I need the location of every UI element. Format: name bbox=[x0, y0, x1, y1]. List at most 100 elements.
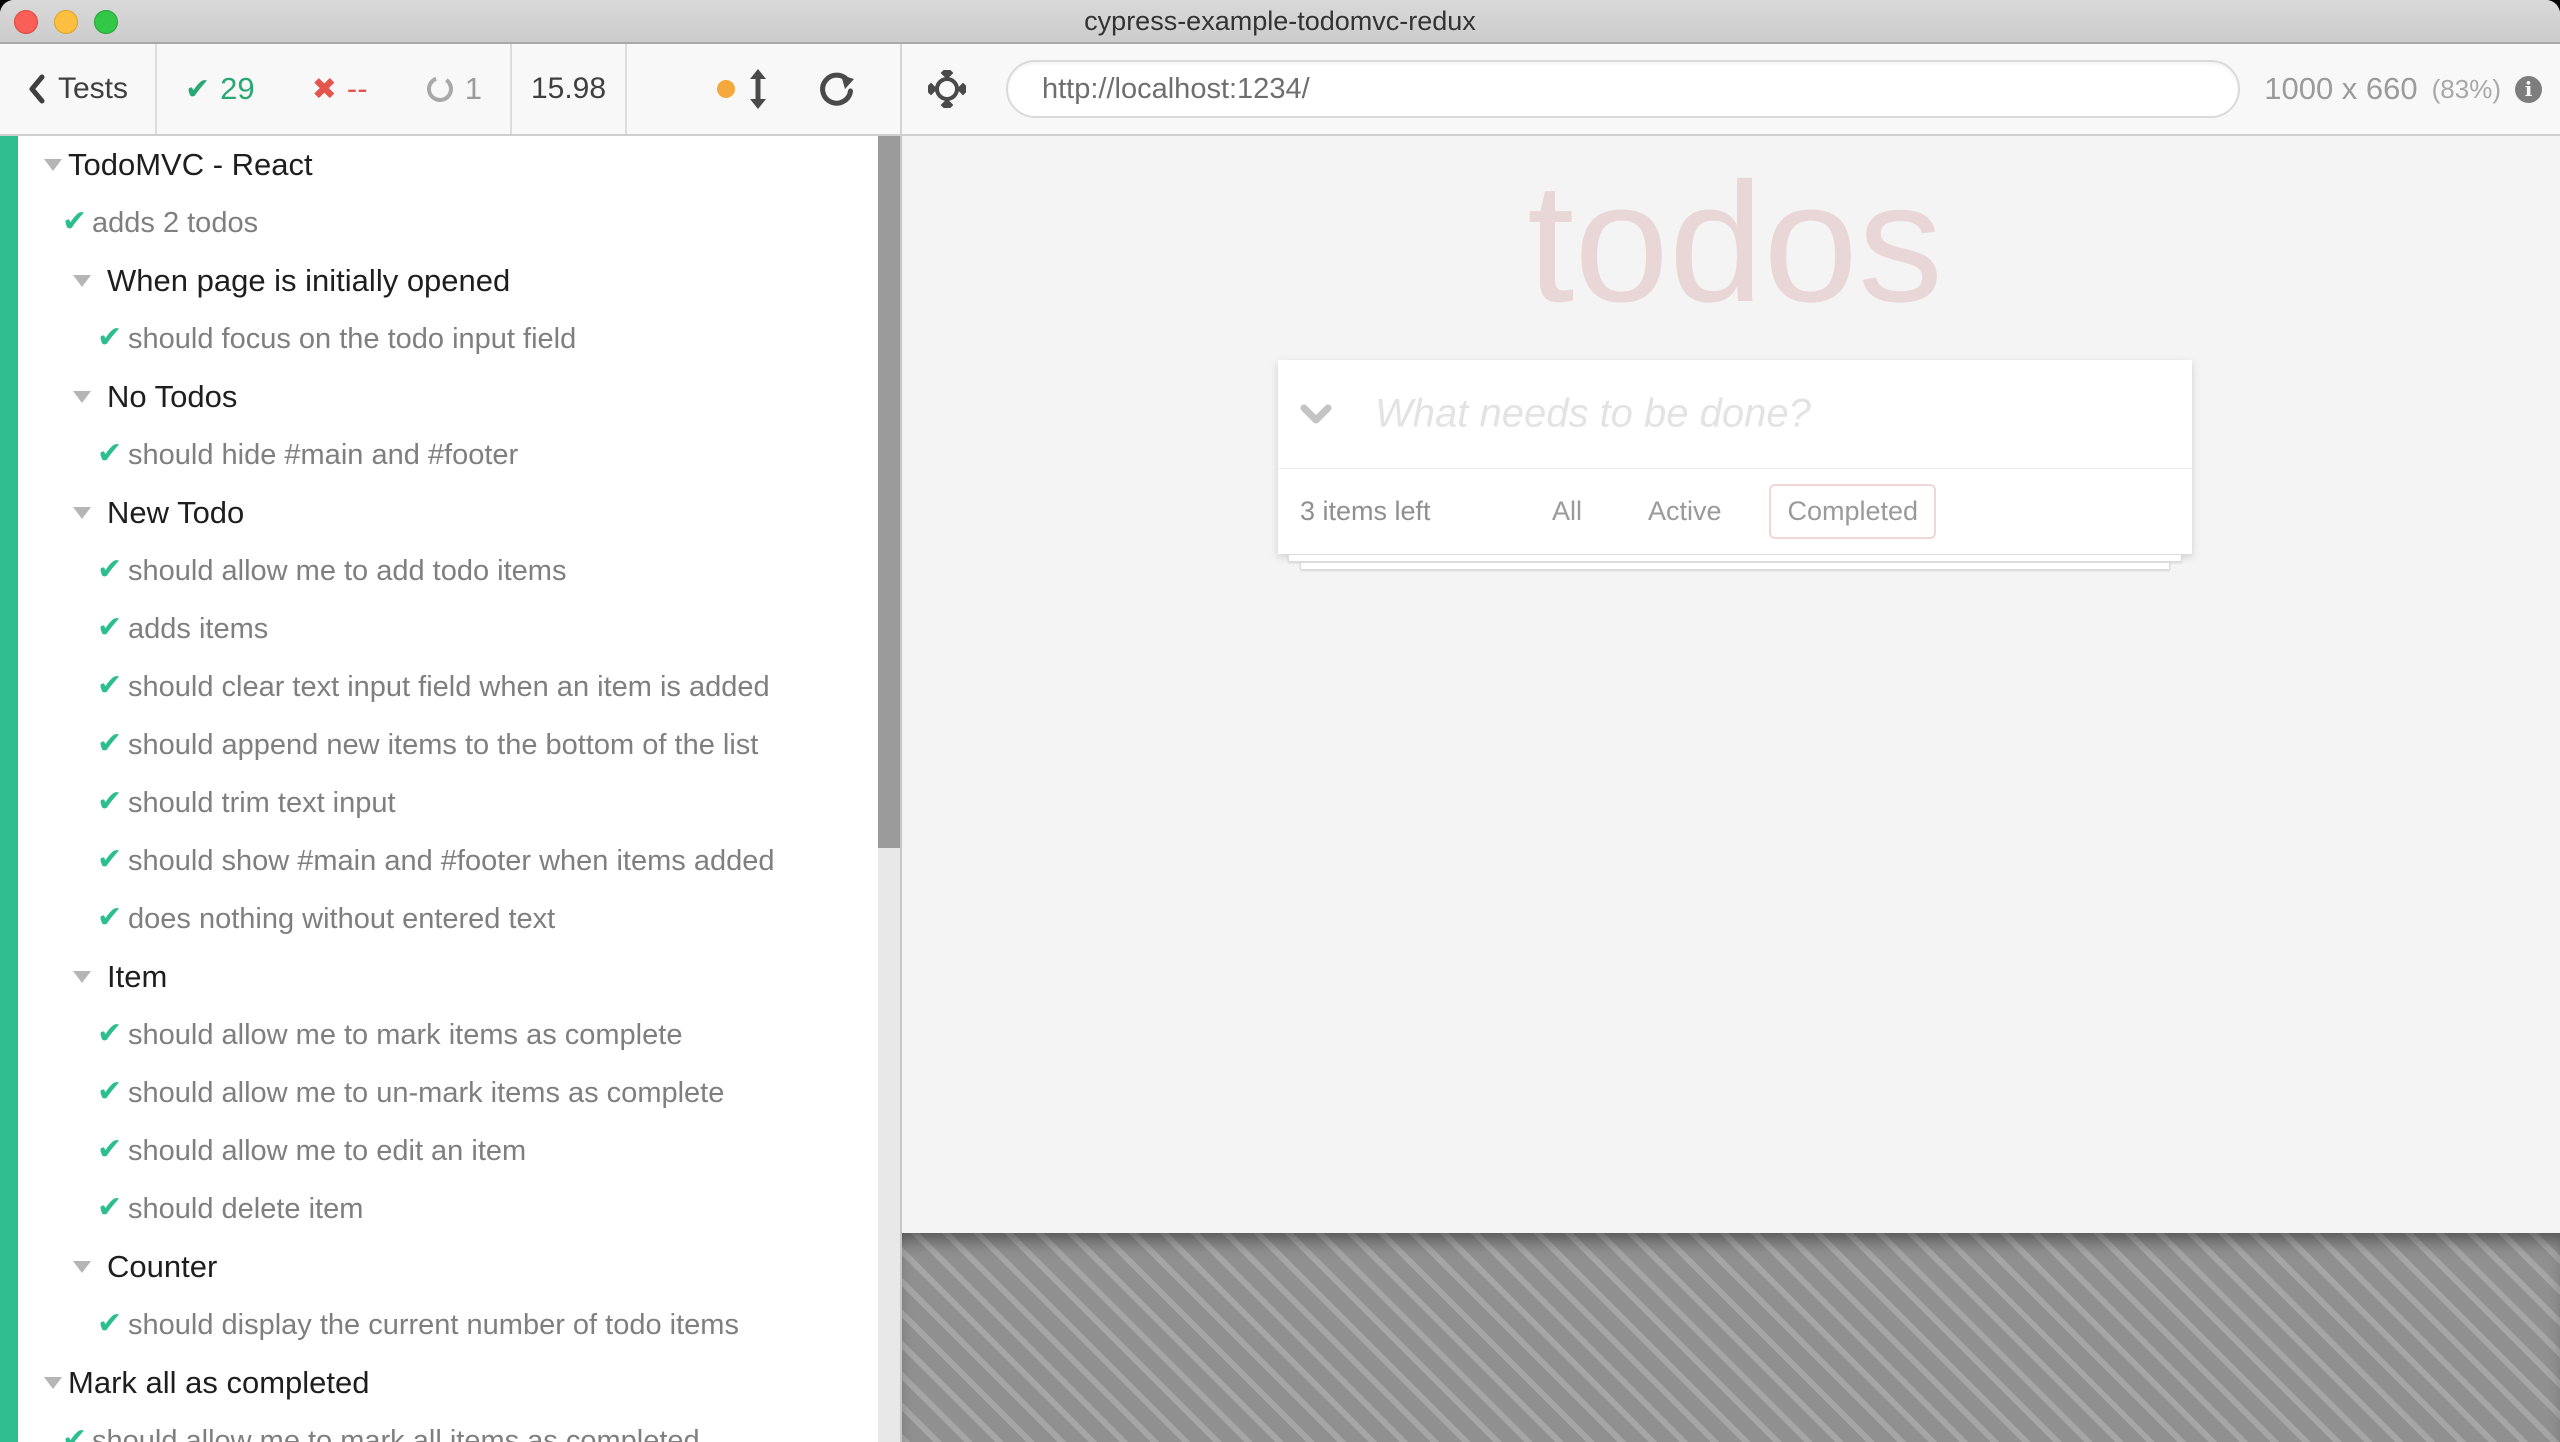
filter-active[interactable]: Active bbox=[1630, 484, 1740, 539]
pending-stat[interactable]: 1 bbox=[425, 71, 482, 107]
toolbar: Tests ✔ 29 ✖ -- 1 15.98 bbox=[0, 44, 2560, 136]
test-row[interactable]: ✔should allow me to mark items as comple… bbox=[0, 1006, 878, 1064]
test-row[interactable]: ✔should display the current number of to… bbox=[0, 1296, 878, 1354]
auto-scroll-dot-icon bbox=[717, 80, 735, 98]
test-row[interactable]: ✔should trim text input bbox=[0, 774, 878, 832]
check-icon: ✔ bbox=[97, 784, 122, 819]
test-label: adds 2 todos bbox=[0, 207, 258, 240]
main-split: TodoMVC - React✔adds 2 todosWhen page is… bbox=[0, 136, 2560, 1442]
reporter-scrollbar-track[interactable] bbox=[878, 136, 900, 1442]
info-icon: i bbox=[2515, 76, 2542, 103]
test-row[interactable]: ✔should allow me to edit an item bbox=[0, 1122, 878, 1180]
test-row[interactable]: ✔adds 2 todos bbox=[0, 194, 878, 252]
test-row[interactable]: ✔should allow me to un-mark items as com… bbox=[0, 1064, 878, 1122]
back-to-tests-button[interactable]: Tests bbox=[0, 44, 157, 134]
viewport-menu-button[interactable]: 1000 x 660 (83%) i bbox=[2264, 71, 2560, 107]
check-icon: ✔ bbox=[97, 552, 122, 587]
app-window: cypress-example-todomvc-redux Tests ✔ 29… bbox=[0, 0, 2560, 1442]
check-icon: ✔ bbox=[97, 1306, 122, 1341]
selector-playground-icon[interactable] bbox=[928, 70, 966, 108]
failed-stat[interactable]: ✖ -- bbox=[312, 71, 368, 107]
filter-completed[interactable]: Completed bbox=[1769, 484, 1936, 539]
reporter-controls bbox=[627, 44, 900, 134]
aut-iframe: todos What needs to be done? 3 items lef… bbox=[902, 136, 2560, 1233]
check-icon: ✔ bbox=[97, 668, 122, 703]
test-label: should delete item bbox=[0, 1193, 363, 1226]
chevron-left-icon bbox=[28, 74, 46, 104]
test-row[interactable]: ✔should delete item bbox=[0, 1180, 878, 1238]
test-row[interactable]: ✔should allow me to mark all items as co… bbox=[0, 1412, 878, 1442]
check-icon: ✔ bbox=[97, 1074, 122, 1109]
test-stats: ✔ 29 ✖ -- 1 bbox=[157, 44, 512, 134]
suite-row[interactable]: Counter bbox=[0, 1238, 878, 1296]
caret-down-icon bbox=[73, 1261, 91, 1273]
suite-row[interactable]: New Todo bbox=[0, 484, 878, 542]
titlebar: cypress-example-todomvc-redux bbox=[0, 0, 2560, 44]
test-row[interactable]: ✔should focus on the todo input field bbox=[0, 310, 878, 368]
check-icon: ✔ bbox=[97, 320, 122, 355]
check-icon: ✔ bbox=[97, 842, 122, 877]
reporter-header: Tests ✔ 29 ✖ -- 1 15.98 bbox=[0, 44, 902, 134]
passed-count: 29 bbox=[220, 71, 254, 107]
caret-down-icon bbox=[73, 507, 91, 519]
refresh-icon[interactable] bbox=[817, 70, 855, 108]
stacked-sheet bbox=[1300, 562, 2170, 570]
todo-card: What needs to be done? 3 items left AllA… bbox=[1278, 360, 2192, 554]
check-icon: ✔ bbox=[97, 726, 122, 761]
caret-down-icon bbox=[44, 159, 62, 171]
viewport-size: 1000 x 660 bbox=[2264, 71, 2417, 107]
pending-circle-icon bbox=[425, 74, 455, 104]
back-to-tests-label: Tests bbox=[58, 72, 128, 106]
todo-app-heading: todos bbox=[1278, 158, 2192, 328]
arrows-up-down-icon[interactable] bbox=[747, 69, 769, 109]
test-row[interactable]: ✔should show #main and #footer when item… bbox=[0, 832, 878, 890]
check-icon: ✔ bbox=[97, 436, 122, 471]
todo-footer: 3 items left AllActiveCompleted bbox=[1278, 468, 2192, 554]
runner-panel: todos What needs to be done? 3 items lef… bbox=[902, 136, 2560, 1442]
test-duration: 15.98 bbox=[512, 44, 627, 134]
passed-stat[interactable]: ✔ 29 bbox=[185, 71, 255, 107]
suite-row[interactable]: Item bbox=[0, 948, 878, 1006]
failed-count: -- bbox=[347, 71, 368, 107]
suite-label: New Todo bbox=[0, 495, 244, 531]
test-label: should hide #main and #footer bbox=[0, 439, 518, 472]
check-icon: ✔ bbox=[62, 1422, 87, 1442]
test-label: should focus on the todo input field bbox=[0, 323, 576, 356]
url-text: http://localhost:1234/ bbox=[1042, 73, 1310, 106]
caret-down-icon bbox=[73, 391, 91, 403]
check-icon: ✔ bbox=[62, 204, 87, 239]
suite-label: Counter bbox=[0, 1249, 217, 1285]
new-todo-row: What needs to be done? bbox=[1278, 360, 2192, 468]
test-row[interactable]: ✔should append new items to the bottom o… bbox=[0, 716, 878, 774]
suite-row[interactable]: No Todos bbox=[0, 368, 878, 426]
viewport-scale: (83%) bbox=[2432, 74, 2501, 105]
suite-row[interactable]: Mark all as completed bbox=[0, 1354, 878, 1412]
check-icon: ✔ bbox=[97, 610, 122, 645]
reporter-scrollbar-thumb[interactable] bbox=[878, 136, 900, 848]
check-icon: ✔ bbox=[185, 72, 210, 107]
check-icon: ✔ bbox=[97, 900, 122, 935]
test-label: should allow me to add todo items bbox=[0, 555, 566, 588]
suite-row[interactable]: TodoMVC - React bbox=[0, 136, 878, 194]
test-row[interactable]: ✔should clear text input field when an i… bbox=[0, 658, 878, 716]
outside-viewport-stripes bbox=[902, 1233, 2560, 1442]
suite-row[interactable]: When page is initially opened bbox=[0, 252, 878, 310]
caret-down-icon bbox=[44, 1377, 62, 1389]
test-label: adds items bbox=[0, 613, 268, 646]
check-icon: ✔ bbox=[97, 1016, 122, 1051]
caret-down-icon bbox=[73, 275, 91, 287]
test-label: should trim text input bbox=[0, 787, 396, 820]
todo-filters: All Active Completed bbox=[1278, 484, 2192, 539]
test-tree: TodoMVC - React✔adds 2 todosWhen page is… bbox=[0, 136, 878, 1442]
filter-all[interactable]: All bbox=[1534, 484, 1600, 539]
check-icon: ✔ bbox=[97, 1132, 122, 1167]
window-title: cypress-example-todomvc-redux bbox=[0, 0, 2560, 42]
new-todo-input[interactable]: What needs to be done? bbox=[1375, 392, 1811, 437]
test-row[interactable]: ✔does nothing without entered text bbox=[0, 890, 878, 948]
test-label: should allow me to edit an item bbox=[0, 1135, 526, 1168]
toggle-all-chevron-down-icon[interactable] bbox=[1300, 404, 1332, 424]
test-row[interactable]: ✔adds items bbox=[0, 600, 878, 658]
test-row[interactable]: ✔should allow me to add todo items bbox=[0, 542, 878, 600]
test-row[interactable]: ✔should hide #main and #footer bbox=[0, 426, 878, 484]
url-input[interactable]: http://localhost:1234/ bbox=[1006, 60, 2240, 118]
